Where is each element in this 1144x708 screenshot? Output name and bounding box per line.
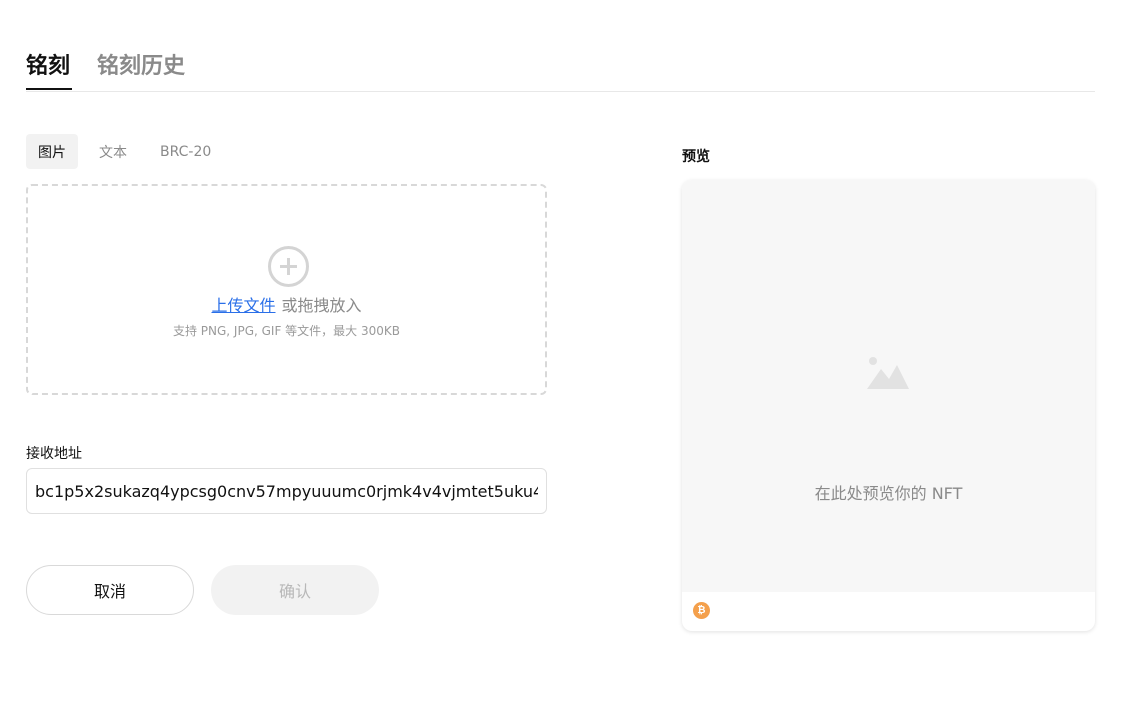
preview-placeholder-text: 在此处预览你的 NFT — [814, 484, 963, 503]
address-label: 接收地址 — [26, 446, 82, 462]
drag-drop-text: 或拖拽放入 — [281, 296, 362, 315]
image-placeholder-icon — [867, 357, 909, 389]
upload-hint: 支持 PNG, JPG, GIF 等文件，最大 300KB — [172, 324, 401, 338]
main-tabs: 铭刻 铭刻历史 — [26, 44, 1095, 92]
segment-brc20[interactable]: BRC-20 — [148, 134, 223, 169]
upload-dropzone[interactable]: 上传文件 或拖拽放入 支持 PNG, JPG, GIF 等文件，最大 300KB — [26, 184, 547, 395]
cancel-button[interactable]: 取消 — [26, 565, 194, 615]
upload-prompt: 上传文件 或拖拽放入 — [28, 292, 545, 316]
bitcoin-icon: ₿ — [693, 602, 710, 619]
active-tab-indicator — [26, 88, 72, 90]
tab-inscribe-history[interactable]: 铭刻历史 — [97, 48, 185, 80]
address-input[interactable] — [26, 468, 547, 514]
upload-file-link[interactable]: 上传文件 — [211, 296, 275, 315]
preview-label: 预览 — [682, 149, 710, 165]
confirm-button[interactable]: 确认 — [211, 565, 379, 615]
tab-inscribe[interactable]: 铭刻 — [26, 48, 70, 80]
preview-card: 在此处预览你的 NFT ₿ — [682, 180, 1095, 631]
segment-text[interactable]: 文本 — [87, 134, 139, 169]
content-type-selector: 图片 文本 BRC-20 — [26, 134, 232, 169]
segment-image[interactable]: 图片 — [26, 134, 78, 169]
add-circle-icon — [268, 246, 309, 287]
preview-area: 在此处预览你的 NFT — [682, 180, 1095, 592]
